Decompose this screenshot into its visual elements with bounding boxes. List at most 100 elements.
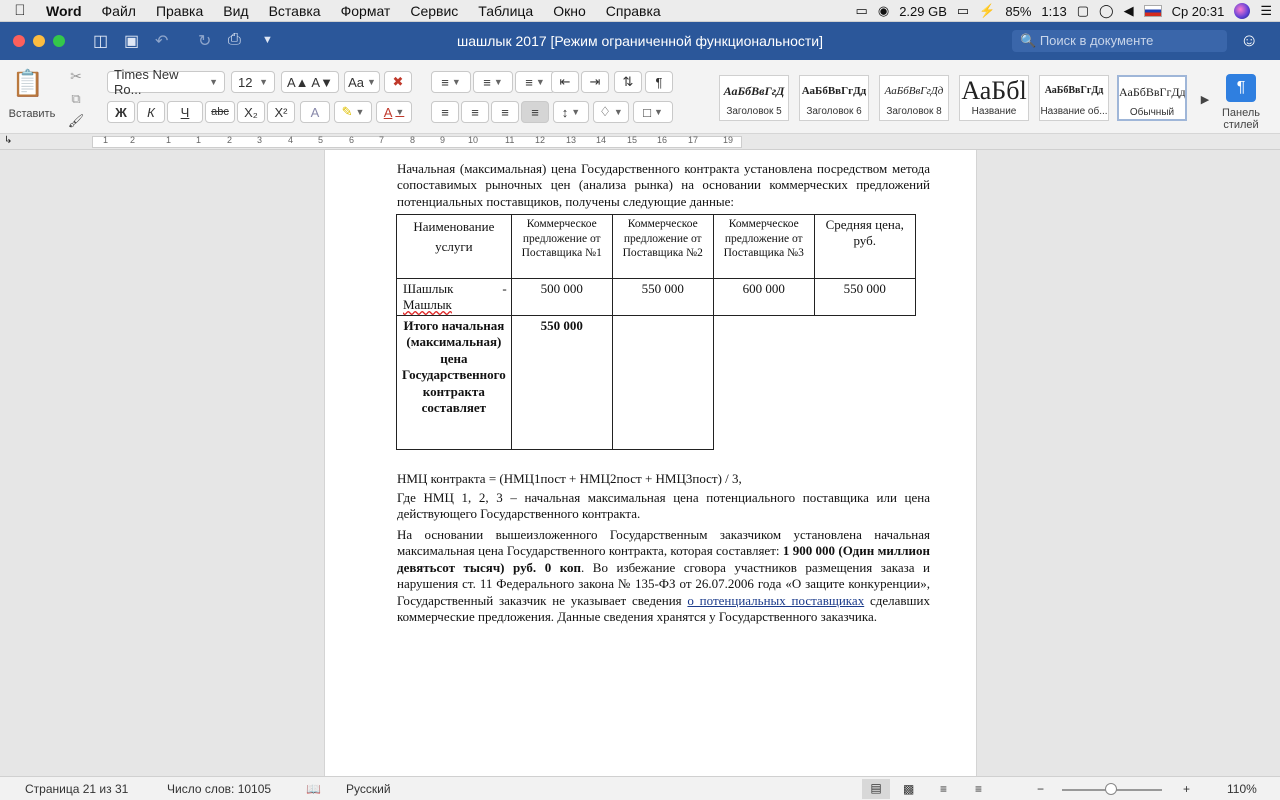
zoom-level[interactable]: 110% <box>1227 782 1257 796</box>
drive-icon[interactable]: ▭ <box>856 3 868 19</box>
justify-icon[interactable]: ≡ <box>521 101 549 123</box>
line-spacing-icon[interactable]: ↕ ▼ <box>553 101 589 123</box>
table-cell[interactable]: 500 000 <box>510 278 613 316</box>
text-effects-icon[interactable]: A <box>300 101 330 123</box>
table-cell-total-label[interactable]: Итого начальная (максимальная) цена Госу… <box>396 315 512 450</box>
style-heading-5[interactable]: АаБбВвГгД Заголовок 5 <box>719 75 789 121</box>
paragraph-where[interactable]: Где НМЦ 1, 2, 3 – начальная максимальная… <box>397 490 930 523</box>
table-cell[interactable]: 550 000 <box>813 278 916 316</box>
menu-edit[interactable]: Правка <box>146 3 213 19</box>
font-name-select[interactable]: Times New Ro... ▼ <box>107 67 225 97</box>
table-cell[interactable]: Коммерческое предложение от Поставщика №… <box>712 214 815 279</box>
horizontal-ruler[interactable]: ↳ 1 2 1 1 2 3 4 5 6 7 8 9 10 11 12 13 14… <box>0 134 1280 150</box>
zoom-out-icon[interactable]: − <box>1037 782 1044 796</box>
document-canvas[interactable]: Начальная (максимальная) цена Государств… <box>0 150 1280 776</box>
menu-insert[interactable]: Вставка <box>259 3 331 19</box>
word-count[interactable]: Число слов: 10105 <box>167 782 271 796</box>
table-cell-empty[interactable] <box>611 315 714 450</box>
borders-icon[interactable]: □ ▼ <box>633 101 673 123</box>
lightning-icon[interactable]: ⚡ <box>979 3 995 19</box>
table-cell[interactable]: 600 000 <box>712 278 815 316</box>
draft-view-icon[interactable]: ≡ <box>975 782 982 796</box>
siri-icon[interactable] <box>1234 3 1251 19</box>
styles-pane-label[interactable]: Панель стилей <box>1212 106 1270 132</box>
align-left-icon[interactable]: ≡ <box>431 101 459 123</box>
table-cell[interactable]: Средняя цена, руб. <box>813 214 916 279</box>
tab-selector-icon[interactable]: ↳ <box>4 135 12 146</box>
price-table[interactable]: Наименование услуги Коммерческое предлож… <box>396 214 916 450</box>
align-right-icon[interactable]: ≡ <box>491 101 519 123</box>
screen-icon[interactable]: ▢ <box>1077 3 1089 19</box>
font-size-grow-shrink-group[interactable]: A▲ A▼ <box>281 71 339 93</box>
clock[interactable]: Ср 20:31 <box>1172 4 1225 19</box>
style-title[interactable]: АаБбl Название <box>959 75 1029 121</box>
styles-more-icon[interactable]: ▶ <box>1198 88 1212 110</box>
formula-line[interactable]: НМЦ контракта = (НМЦ1пост + НМЦ2пост + Н… <box>397 471 930 487</box>
style-heading-6[interactable]: АаБбВвГгДд Заголовок 6 <box>799 75 869 121</box>
decrease-indent-icon[interactable]: ⇤ <box>551 71 579 93</box>
menu-format[interactable]: Формат <box>331 3 401 19</box>
change-case-button[interactable]: Aa ▼ <box>344 71 380 93</box>
memory-icon[interactable]: ◉ <box>878 3 889 19</box>
search-input[interactable]: 🔍 Поиск в документе <box>1012 30 1227 52</box>
proofing-icon[interactable]: 📖 <box>306 782 321 796</box>
bullets-icon[interactable]: ≡ ▼ <box>431 71 471 93</box>
font-color-icon[interactable]: A ▼ <box>376 101 412 123</box>
feedback-smiley-icon[interactable]: ☺ <box>1240 30 1258 51</box>
zoom-in-icon[interactable]: + <box>1183 782 1190 796</box>
superscript-button[interactable]: X² <box>267 101 295 123</box>
language-indicator[interactable]: Русский <box>346 782 391 796</box>
web-layout-icon[interactable]: ▩ <box>903 782 914 796</box>
strikethrough-button[interactable]: abc <box>205 101 235 123</box>
subscript-button[interactable]: X₂ <box>237 101 265 123</box>
input-source-flag-icon[interactable] <box>1143 5 1162 17</box>
format-painter-icon[interactable]: 🖌 <box>66 110 86 132</box>
app-menu-word[interactable]: Word <box>40 3 92 19</box>
timer-status[interactable]: 1:13 <box>1041 4 1066 19</box>
increase-indent-icon[interactable]: ⇥ <box>581 71 609 93</box>
print-layout-icon[interactable]: ▤ <box>862 779 890 799</box>
highlight-color-icon[interactable]: ✎ ▼ <box>334 101 372 123</box>
hyperlink-suppliers[interactable]: о потенциальных поставщиках <box>687 593 864 608</box>
style-normal[interactable]: АаБбВвГгДд: Обычный <box>1117 75 1187 121</box>
menu-window[interactable]: Окно <box>543 3 596 19</box>
style-subtitle[interactable]: АаБбВвГгДд Название об... <box>1039 75 1109 121</box>
paragraph-final[interactable]: На основании вышеизложенного Государстве… <box>397 527 930 625</box>
font-size-select[interactable]: 12 ▼ <box>231 71 275 93</box>
paste-button-label[interactable]: Вставить <box>6 103 58 125</box>
apple-icon[interactable]:  <box>0 2 40 19</box>
table-cell-total-value[interactable]: 550 000 <box>510 315 613 450</box>
italic-button[interactable]: К <box>137 101 165 123</box>
menu-help[interactable]: Справка <box>596 3 671 19</box>
notification-list-icon[interactable]: ☰ <box>1260 3 1272 19</box>
table-cell[interactable]: 550 000 <box>611 278 714 316</box>
table-cell[interactable]: Коммерческое предложение от Поставщика №… <box>611 214 714 279</box>
paragraph-intro[interactable]: Начальная (максимальная) цена Государств… <box>397 161 930 210</box>
volume-icon[interactable]: ◀ <box>1124 3 1134 19</box>
table-cell[interactable]: Наименование услуги <box>396 214 512 279</box>
cut-icon[interactable]: ✂ <box>66 65 86 87</box>
page-indicator[interactable]: Страница 21 из 31 <box>25 782 128 796</box>
copy-icon[interactable]: ⧉ <box>66 88 86 110</box>
menu-file[interactable]: Файл <box>92 3 146 19</box>
sort-icon[interactable]: ⇅ <box>614 71 642 93</box>
menu-tools[interactable]: Сервис <box>400 3 468 19</box>
shading-icon[interactable]: ♢ ▼ <box>593 101 629 123</box>
multilevel-list-icon[interactable]: ≡ ▼ <box>515 71 555 93</box>
style-heading-8[interactable]: АаБбВвГгДд Заголовок 8 <box>879 75 949 121</box>
align-center-icon[interactable]: ≡ <box>461 101 489 123</box>
memory-status[interactable]: 2.29 GB <box>899 4 947 19</box>
outline-view-icon[interactable]: ≡ <box>940 782 947 796</box>
underline-button[interactable]: Ч <box>167 101 203 123</box>
show-formatting-button[interactable]: ¶ <box>645 71 673 93</box>
wifi-icon[interactable]: ◯ <box>1099 3 1114 19</box>
table-cell-service[interactable]: Шашлык - Машлык <box>396 278 512 316</box>
battery-status[interactable]: 85% <box>1005 4 1031 19</box>
bold-button[interactable]: Ж <box>107 101 135 123</box>
menu-view[interactable]: Вид <box>213 3 258 19</box>
table-cell[interactable]: Коммерческое предложение от Поставщика №… <box>510 214 613 279</box>
numbering-icon[interactable]: ≡ ▼ <box>473 71 513 93</box>
airplay-icon[interactable]: ▭ <box>957 3 969 19</box>
document-page[interactable]: Начальная (максимальная) цена Государств… <box>324 150 977 776</box>
zoom-slider-handle[interactable] <box>1105 783 1117 795</box>
